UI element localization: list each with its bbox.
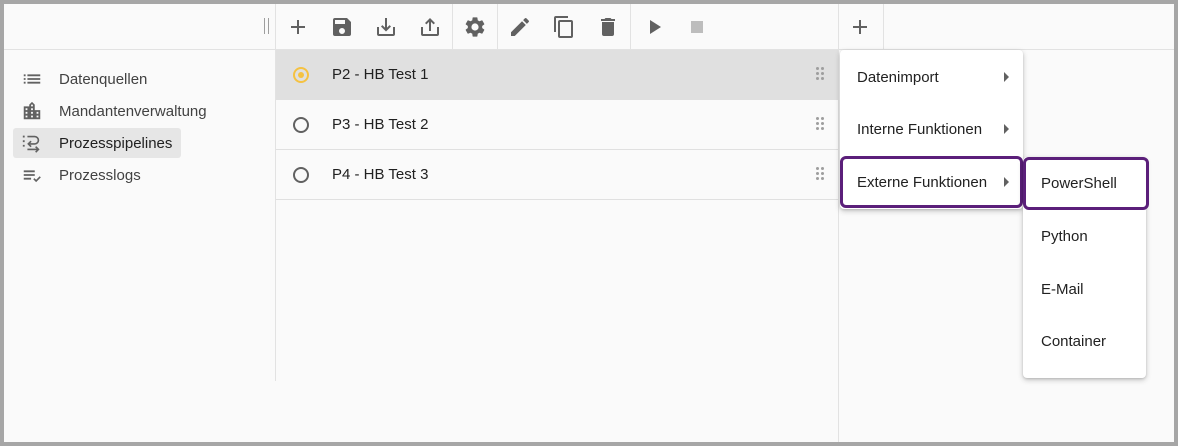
stop-button[interactable] xyxy=(677,8,717,46)
drag-handle-icon[interactable] xyxy=(816,167,824,181)
pipeline-title: P2 - HB Test 1 xyxy=(332,66,429,83)
play-icon xyxy=(650,20,661,34)
sidebar-item-label: Prozesslogs xyxy=(59,166,141,184)
menu-item-powershell[interactable]: PowerShell xyxy=(1023,157,1149,210)
toolbar-divider xyxy=(838,4,839,49)
sidebar-item-label: Datenquellen xyxy=(59,70,148,88)
menu-item-label: Interne Funktionen xyxy=(857,120,983,138)
run-button[interactable] xyxy=(634,8,674,46)
stop-icon xyxy=(691,21,703,33)
menu-item-email[interactable]: E-Mail xyxy=(1023,266,1146,312)
download-icon xyxy=(377,18,395,36)
toolbar xyxy=(4,4,1174,50)
delete-button[interactable] xyxy=(588,8,628,46)
list-item[interactable]: P3 - HB Test 2 xyxy=(276,100,838,150)
add-step-button[interactable] xyxy=(840,8,880,46)
menu-item-label: Container xyxy=(1041,332,1107,350)
radio-button[interactable] xyxy=(293,166,309,183)
add-icon xyxy=(853,20,867,34)
checklist-icon xyxy=(20,163,44,187)
add-step-menu: Datenimport Interne Funktionen Externe F… xyxy=(840,50,1023,209)
sidebar-item-label: Mandantenverwaltung xyxy=(59,102,207,120)
radio-button[interactable] xyxy=(293,66,309,83)
radio-button[interactable] xyxy=(293,116,309,133)
upload-icon xyxy=(421,18,439,36)
edit-icon xyxy=(511,17,530,36)
menu-item-label: Datenimport xyxy=(857,68,939,86)
toolbar-divider xyxy=(630,4,631,49)
pane-divider xyxy=(838,50,839,442)
add-button[interactable] xyxy=(278,8,318,46)
save-button[interactable] xyxy=(322,8,362,46)
pipeline-title: P3 - HB Test 2 xyxy=(332,116,429,133)
sidebar: Datenquellen Mandantenverwaltung Prozess… xyxy=(4,50,276,381)
save-icon xyxy=(333,18,351,36)
sidebar-item-label: Prozesspipelines xyxy=(59,134,173,152)
toolbar-divider xyxy=(497,4,498,49)
app-window: Datenquellen Mandantenverwaltung Prozess… xyxy=(0,0,1178,446)
toolbar-grip[interactable] xyxy=(264,18,270,34)
sidebar-item-mandantenverwaltung[interactable]: Mandantenverwaltung xyxy=(13,96,216,126)
drag-handle-icon[interactable] xyxy=(816,117,824,131)
edit-button[interactable] xyxy=(500,8,540,46)
upload-button[interactable] xyxy=(410,8,450,46)
add-icon xyxy=(291,20,305,34)
menu-item-label: PowerShell xyxy=(1041,175,1117,192)
pipeline-icon xyxy=(20,131,44,155)
drag-handle-icon[interactable] xyxy=(816,67,824,81)
copy-button[interactable] xyxy=(544,8,584,46)
caret-right-icon xyxy=(1004,177,1009,187)
menu-item-datenimport[interactable]: Datenimport xyxy=(840,54,1023,100)
externe-funktionen-submenu: PowerShell Python E-Mail Container xyxy=(1023,157,1149,378)
caret-right-icon xyxy=(1004,72,1009,82)
menu-item-interne-funktionen[interactable]: Interne Funktionen xyxy=(840,106,1023,152)
list-item[interactable]: P4 - HB Test 3 xyxy=(276,150,838,200)
menu-item-label: Python xyxy=(1041,227,1088,245)
menu-item-label: E-Mail xyxy=(1041,280,1084,298)
toolbar-divider xyxy=(452,4,453,49)
sidebar-item-datenquellen[interactable]: Datenquellen xyxy=(13,64,156,94)
building-icon xyxy=(20,99,44,123)
menu-item-externe-funktionen[interactable]: Externe Funktionen xyxy=(840,156,1023,208)
download-button[interactable] xyxy=(366,8,406,46)
pipeline-title: P4 - HB Test 3 xyxy=(332,166,429,183)
pipeline-list: P2 - HB Test 1 P3 - HB Test 2 P4 - HB Te… xyxy=(276,50,838,200)
settings-button[interactable] xyxy=(455,8,495,46)
copy-icon xyxy=(554,16,573,38)
list-icon xyxy=(20,67,44,91)
toolbar-divider xyxy=(883,4,884,49)
settings-icon xyxy=(465,17,485,37)
delete-icon xyxy=(601,18,615,36)
menu-item-python[interactable]: Python xyxy=(1023,213,1146,259)
caret-right-icon xyxy=(1004,124,1009,134)
list-item[interactable]: P2 - HB Test 1 xyxy=(276,50,838,100)
sidebar-item-prozesslogs[interactable]: Prozesslogs xyxy=(13,160,150,190)
sidebar-item-prozesspipelines[interactable]: Prozesspipelines xyxy=(13,128,182,158)
menu-item-container[interactable]: Container xyxy=(1023,318,1146,364)
menu-item-label: Externe Funktionen xyxy=(857,173,988,191)
toolbar-divider xyxy=(275,4,276,49)
